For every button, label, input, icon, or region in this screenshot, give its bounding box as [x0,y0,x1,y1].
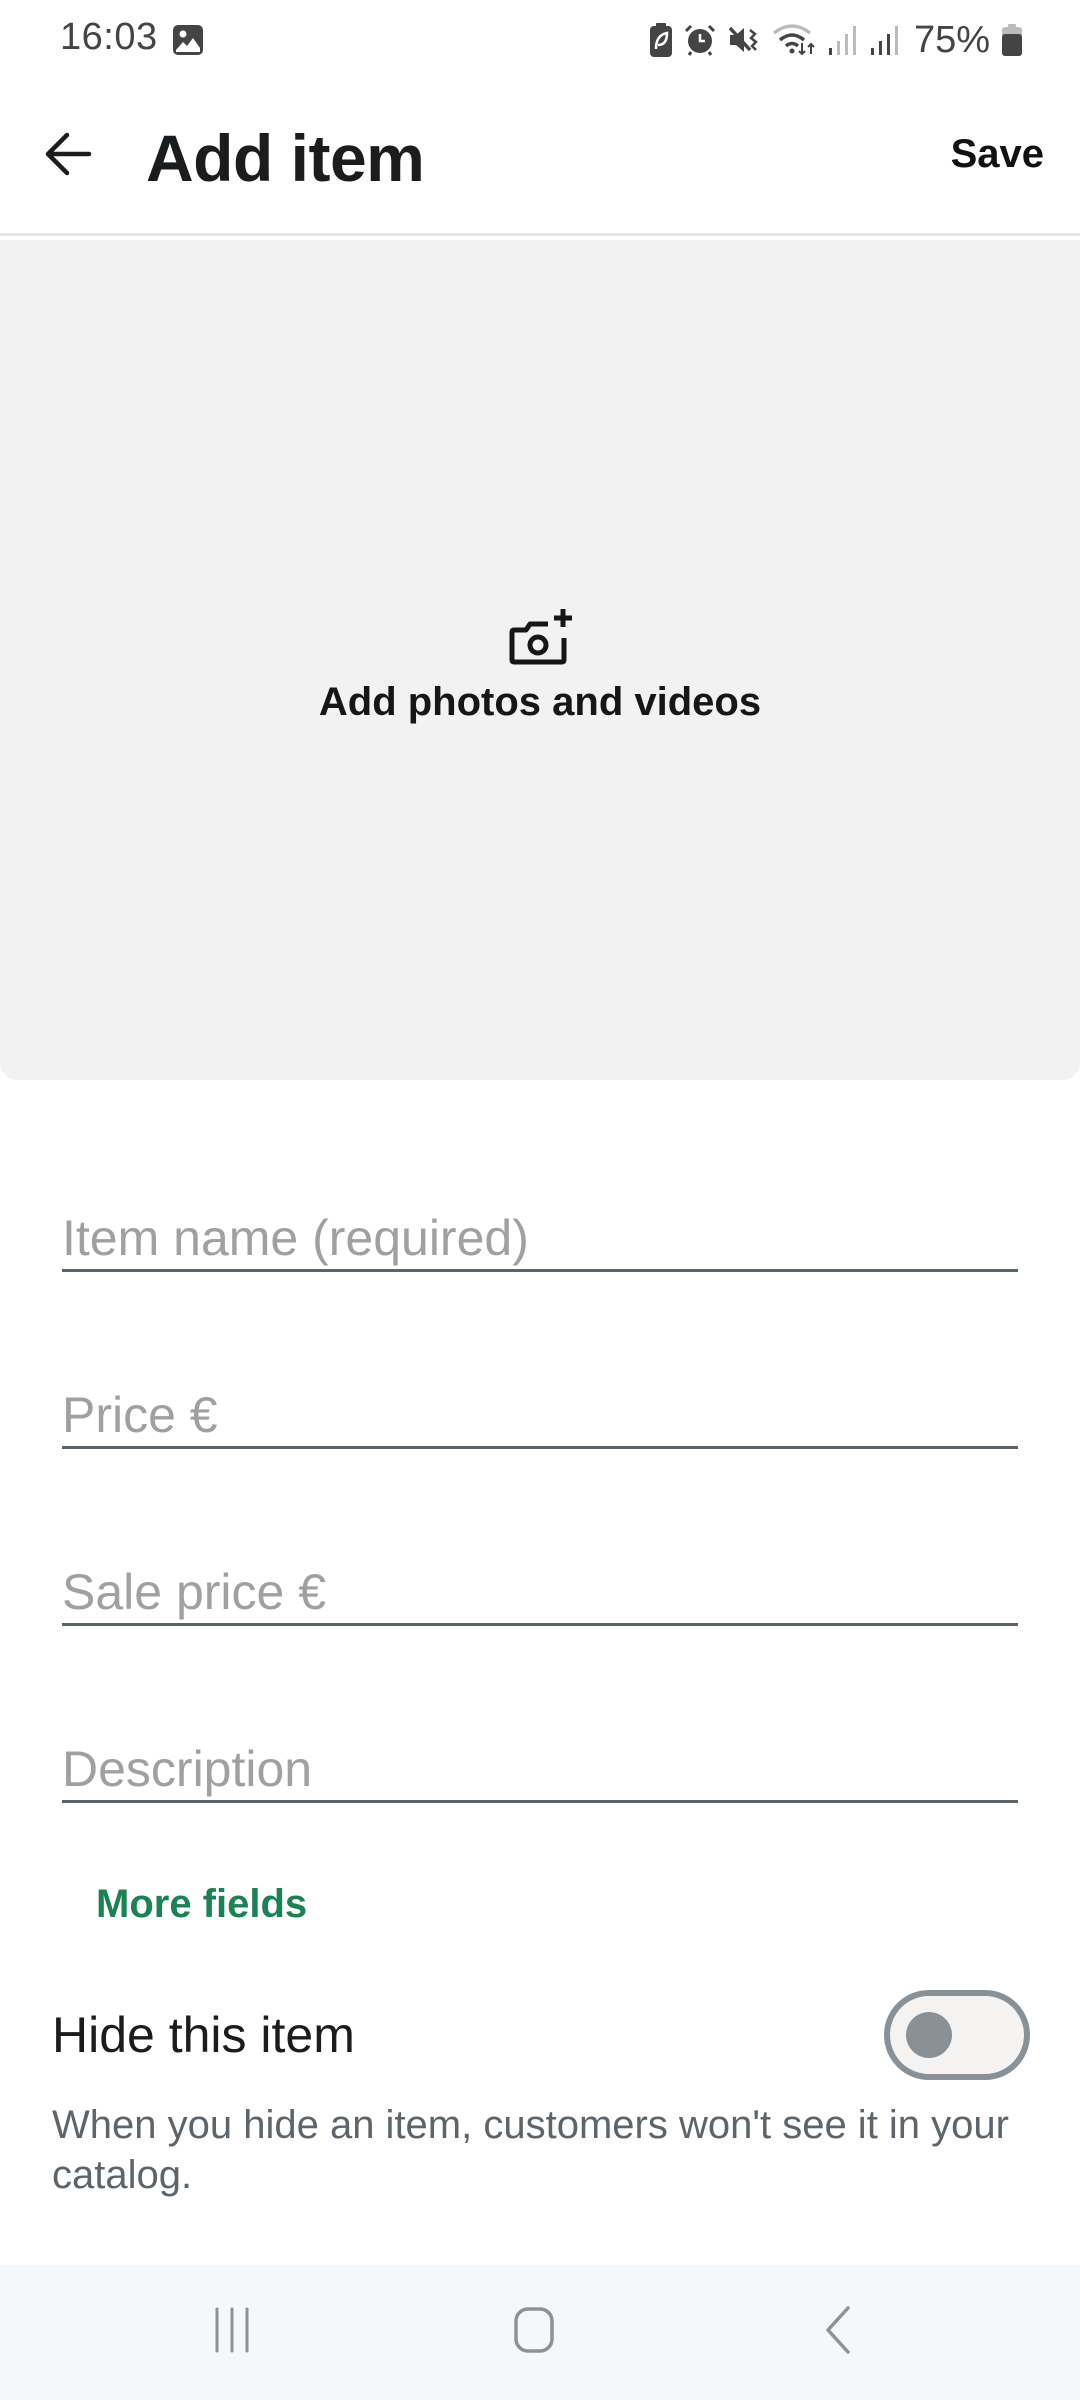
description-field[interactable] [62,1703,1018,1803]
more-fields-button[interactable]: More fields [96,1882,307,1927]
recent-apps-icon [215,2307,249,2353]
toggle-knob [906,2012,952,2058]
price-input[interactable] [62,1349,1018,1446]
page-title: Add item [146,121,425,195]
system-nav-bar [0,2265,1080,2400]
home-button[interactable] [484,2295,584,2365]
hide-item-label: Hide this item [52,2007,355,2063]
battery-saver-icon [649,23,672,57]
camera-add-icon [509,608,572,664]
mute-vibrate-icon [728,26,758,52]
home-icon [514,2307,554,2353]
battery-icon [1002,24,1022,56]
gallery-icon [173,25,203,55]
signal-2-icon [870,26,898,55]
recent-apps-button[interactable] [182,2295,282,2365]
arrow-left-icon [45,132,92,176]
hide-item-description: When you hide an item, customers won't s… [52,2103,1009,2197]
description-input[interactable] [62,1703,1018,1800]
back-icon [826,2306,850,2354]
price-field[interactable] [62,1349,1018,1449]
battery-percent: 75% [913,18,990,61]
item-name-input[interactable] [62,1172,1018,1269]
alarm-icon [684,24,715,56]
back-button[interactable] [30,116,106,192]
add-media-area[interactable]: Add photos and videos [0,240,1080,1080]
wifi-icon [772,24,815,56]
signal-1-icon [828,26,856,55]
item-name-field[interactable] [62,1172,1018,1272]
status-icons: 75% [649,18,1022,62]
save-button[interactable]: Save [951,132,1044,177]
sale-price-field[interactable] [62,1526,1018,1626]
status-bar: 16:03 75% [0,0,1080,80]
hide-item-toggle[interactable] [884,1990,1030,2080]
add-media-label: Add photos and videos [318,679,762,724]
app-bar: Add item Save [0,80,1080,236]
status-time: 16:03 [60,16,158,58]
sale-price-input[interactable] [62,1526,1018,1623]
nav-back-button[interactable] [788,2295,888,2365]
